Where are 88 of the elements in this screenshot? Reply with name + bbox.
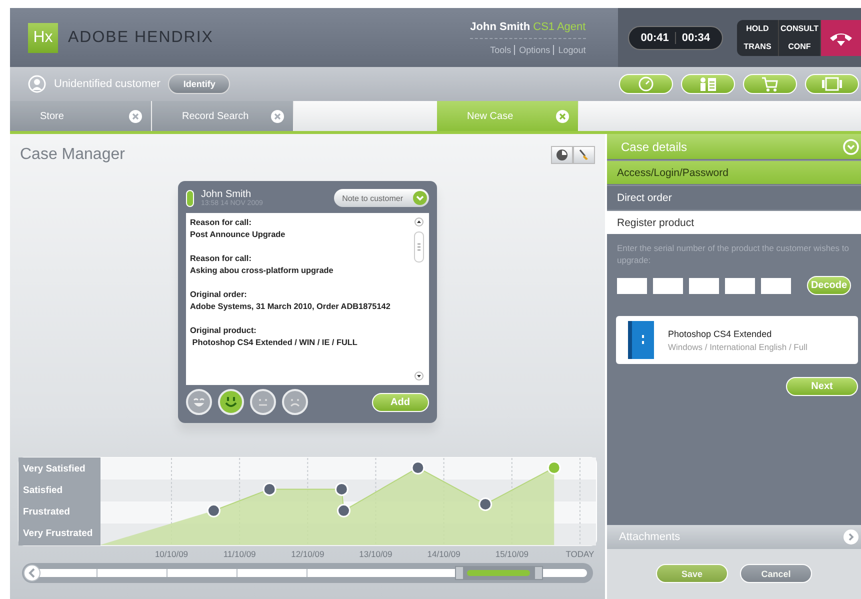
entry-value: Photoshop CS4 Extended / WIN / IE / FULL — [191, 337, 358, 349]
brush-icon — [578, 149, 590, 161]
customer-status: Unidentified customer — [54, 78, 160, 90]
page-title: Case Manager — [20, 146, 125, 164]
status-indicator — [186, 190, 194, 206]
logo-mark: Hx — [28, 22, 58, 52]
entry-value: Adobe Systems, 31 March 2010, Order ADB1875142 — [190, 301, 392, 313]
entry-label: Reason for call: — [190, 217, 252, 229]
panel-header[interactable]: Attachments — [607, 525, 861, 549]
data-point[interactable] — [336, 504, 350, 518]
data-point[interactable] — [206, 504, 220, 518]
scrollbar[interactable] — [413, 217, 425, 381]
next-button[interactable]: Next — [786, 377, 858, 396]
x-axis-label: 12/10/09 — [291, 549, 324, 559]
close-icon[interactable] — [129, 110, 142, 122]
tab-label: Record Search — [182, 110, 249, 122]
app-name: ADOBE HENDRIX — [68, 28, 214, 46]
edit-view-button[interactable] — [573, 146, 595, 164]
entry-label: Reason for call: — [190, 253, 252, 265]
call-control-button[interactable]: TRANS — [737, 38, 779, 56]
entry-label: Original order: — [190, 289, 248, 301]
timeline-scrubber[interactable] — [22, 563, 593, 583]
y-axis-label: Very Frustrated — [23, 528, 93, 540]
data-point[interactable] — [334, 482, 348, 496]
entry-value: Post Announce Upgrade — [190, 229, 286, 241]
person-card-icon — [699, 76, 717, 92]
tab[interactable]: Store — [10, 101, 152, 131]
tab[interactable]: New Case — [437, 101, 579, 131]
screen-button[interactable] — [805, 74, 859, 94]
hang-up-button[interactable] — [821, 20, 861, 56]
screen-icon — [821, 77, 843, 91]
note-author: John Smith — [201, 189, 252, 200]
x-axis-label: 13/10/09 — [359, 549, 392, 559]
dashboard-button[interactable] — [619, 74, 673, 94]
mood-button[interactable] — [282, 389, 308, 415]
tab[interactable]: Record Search — [152, 101, 294, 131]
panel-title: Case details — [621, 140, 688, 154]
note-type-dropdown[interactable]: Note to customer — [334, 189, 429, 207]
product-box-icon — [628, 321, 654, 359]
y-axis-label: Satisfied — [23, 485, 63, 496]
section-item[interactable]: Register product — [607, 210, 861, 234]
clock-icon — [556, 149, 568, 161]
header-link[interactable]: Tools — [490, 44, 512, 54]
close-icon[interactable] — [271, 110, 284, 122]
product-details: Windows / International English / Full — [668, 342, 808, 352]
serial-field[interactable] — [689, 278, 719, 294]
header-link[interactable]: Options — [514, 44, 550, 54]
decode-button[interactable]: Decode — [807, 276, 851, 295]
product-name: Photoshop CS4 Extended — [668, 328, 773, 338]
x-axis-label: 10/10/09 — [154, 549, 188, 559]
x-axis-label: 14/10/09 — [427, 549, 460, 559]
mood-button[interactable] — [250, 389, 276, 415]
identify-button[interactable]: Identify — [168, 74, 230, 94]
y-axis-label: Very Satisfied — [23, 464, 86, 475]
agent-name: John Smith CS1 Agent — [470, 20, 586, 38]
section-item[interactable]: Access/Login/Password — [607, 160, 861, 184]
serial-field[interactable] — [761, 278, 791, 294]
tab-label: New Case — [467, 110, 514, 122]
tab-label: Store — [40, 110, 64, 122]
mood-button[interactable] — [218, 389, 244, 415]
panel-header[interactable]: Case details — [607, 134, 861, 159]
x-axis-label: TODAY — [566, 549, 594, 559]
entry-value: Asking abou cross-platform upgrade — [190, 265, 334, 277]
history-view-button[interactable] — [551, 146, 573, 164]
serial-field[interactable] — [653, 278, 683, 294]
serial-field[interactable] — [617, 278, 647, 294]
mood-button[interactable] — [186, 389, 212, 415]
x-axis-label: 11/10/09 — [223, 549, 256, 559]
panel-title: Attachments — [619, 531, 680, 543]
cart-button[interactable] — [743, 74, 797, 94]
y-axis-label: Frustrated — [23, 506, 70, 518]
add-button[interactable]: Add — [372, 392, 429, 412]
close-icon[interactable] — [556, 110, 569, 122]
profile-button[interactable] — [681, 74, 735, 94]
entry-label: Original product: — [190, 325, 258, 337]
call-control-button[interactable]: HOLD — [737, 20, 779, 38]
data-point[interactable] — [478, 497, 492, 511]
cart-icon — [761, 76, 779, 92]
section-item[interactable]: Direct order — [607, 185, 861, 209]
header-link[interactable]: Logout — [553, 44, 586, 54]
data-point[interactable] — [262, 482, 276, 496]
x-axis-label: 15/10/09 — [495, 549, 528, 559]
serial-field[interactable] — [725, 278, 755, 294]
gauge-icon — [638, 76, 654, 92]
call-timer: 00:41 00:34 — [628, 26, 723, 50]
note-text-area[interactable] — [186, 213, 429, 385]
chevron-down-icon — [413, 191, 427, 205]
customer-icon — [28, 75, 46, 93]
